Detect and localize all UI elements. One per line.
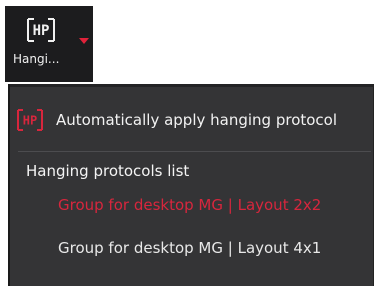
toolbar-button-label: Hangi... (13, 52, 60, 66)
hanging-protocol-dropdown-menu: HP Automatically apply hanging protocol … (8, 84, 374, 286)
hp-logo-icon: HP (17, 109, 43, 131)
svg-text:HP: HP (23, 114, 37, 128)
menu-top-border (10, 84, 373, 87)
auto-apply-hanging-protocol-item[interactable]: HP Automatically apply hanging protocol (16, 105, 369, 135)
menu-divider (18, 151, 371, 152)
hanging-protocol-toolbar-button[interactable]: HP Hangi... (5, 6, 93, 82)
protocol-item-layout-2x2[interactable]: Group for desktop MG | Layout 2x2 (58, 196, 321, 214)
protocols-list-title: Hanging protocols list (26, 162, 190, 180)
auto-apply-label: Automatically apply hanging protocol (56, 111, 338, 129)
protocol-item-layout-4x1[interactable]: Group for desktop MG | Layout 4x1 (58, 239, 321, 257)
hp-logo-icon: HP (27, 18, 55, 42)
caret-down-icon[interactable] (79, 38, 89, 44)
svg-text:HP: HP (33, 23, 50, 39)
